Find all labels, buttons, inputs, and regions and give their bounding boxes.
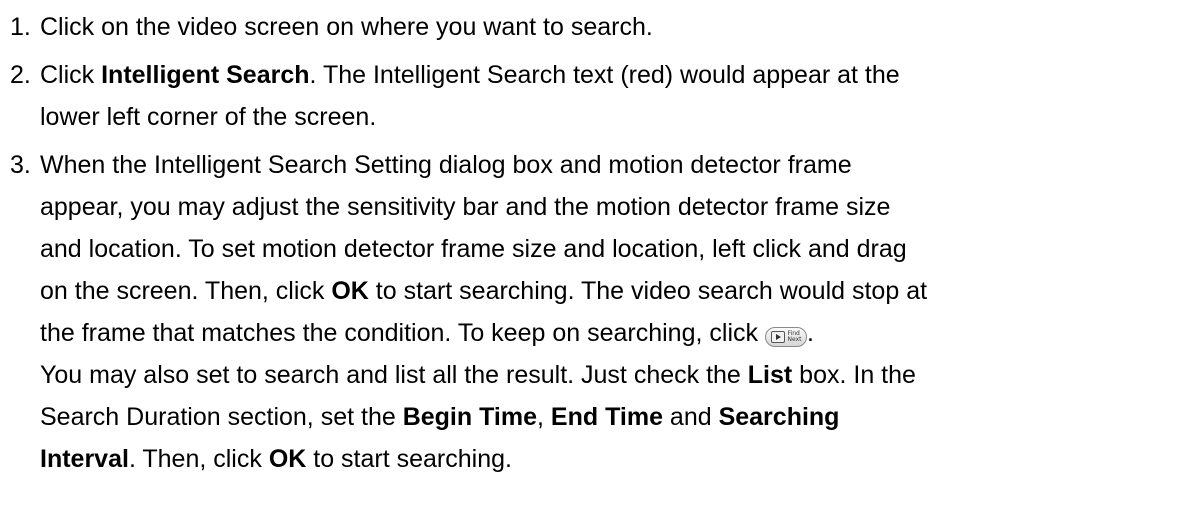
play-icon (770, 331, 785, 343)
step-text-line: and location. To set motion detector fra… (40, 235, 907, 263)
step-text-line: appear, you may adjust the sensitivity b… (40, 193, 891, 221)
step-1: 1. Click on the video screen on where yo… (0, 6, 1188, 48)
text-run: , (537, 403, 551, 431)
text-run: . Then, click (128, 445, 269, 473)
step-text-line: Search Duration section, set the Begin T… (40, 396, 1188, 438)
bold-term: Interval (40, 445, 129, 473)
instruction-page: 1. Click on the video screen on where yo… (0, 0, 1188, 531)
bold-term: OK (268, 445, 307, 473)
bold-term: End Time (550, 403, 663, 431)
find-next-icon-label: Find Next (787, 330, 802, 343)
step-text-line: Interval. Then, click OK to start search… (40, 438, 1188, 480)
step-2: 2. Click Intelligent Search. The Intelli… (0, 54, 1188, 138)
step-text: Click on the video screen on where you w… (40, 13, 653, 41)
text-run: the frame that matches the condition. To… (40, 319, 765, 347)
step-text-line: You may also set to search and list all … (40, 354, 1188, 396)
step-text-line: on the screen. Then, click OK to start s… (40, 270, 1188, 312)
find-next-icon: Find Next (764, 327, 807, 347)
bold-term: Begin Time (402, 403, 537, 431)
bold-term: Intelligent Search (101, 61, 310, 89)
step-3: 3. When the Intelligent Search Setting d… (0, 144, 1188, 480)
step-number: 1. (10, 13, 31, 41)
text-run: box. In the (792, 361, 916, 389)
bold-term: OK (331, 277, 369, 305)
bold-term: Searching (718, 403, 840, 431)
text-run: . (806, 319, 814, 347)
text-run: to start searching. (306, 445, 512, 473)
step-text-line: lower left corner of the screen. (40, 103, 377, 131)
step-text-line: When the Intelligent Search Setting dial… (40, 151, 852, 179)
text-run: . The Intelligent Search text (red) woul… (309, 61, 900, 89)
step-text-line: Click Intelligent Search. The Intelligen… (40, 54, 1188, 96)
text-run: on the screen. Then, click (40, 277, 332, 305)
text-run: Search Duration section, set the (40, 403, 403, 431)
text-run: Click (40, 61, 102, 89)
step-text-line: the frame that matches the condition. To… (40, 312, 1188, 354)
step-number: 3. (10, 151, 31, 179)
text-run: You may also set to search and list all … (40, 361, 748, 389)
bold-term: List (747, 361, 793, 389)
step-number: 2. (10, 61, 31, 89)
text-run: and (662, 403, 719, 431)
instruction-steps: 1. Click on the video screen on where yo… (0, 0, 1188, 480)
text-run: to start searching. The video search wou… (368, 277, 928, 305)
